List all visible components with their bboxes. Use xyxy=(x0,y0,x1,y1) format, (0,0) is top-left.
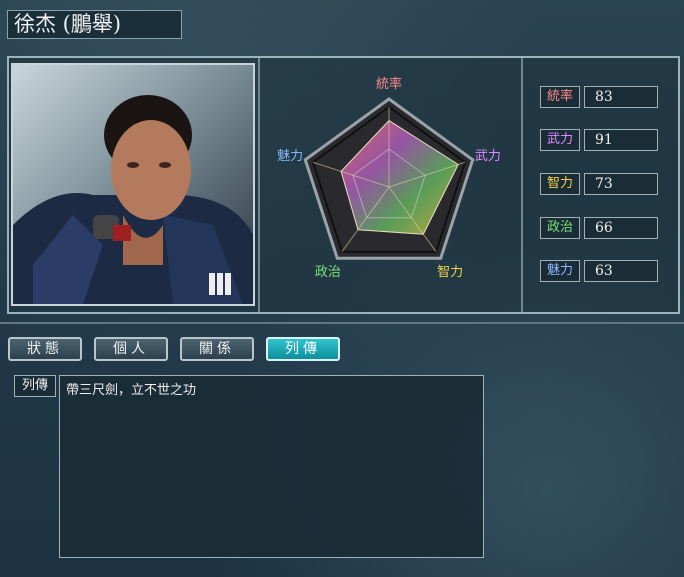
tab-3[interactable]: 列傳 xyxy=(266,337,340,361)
stat-value: 73 xyxy=(584,173,658,195)
stat-label: 政治 xyxy=(540,217,580,239)
biography-label: 列傳 xyxy=(14,375,56,397)
radar-label-politics: 政治 xyxy=(315,265,341,280)
tab-1[interactable]: 個人 xyxy=(94,337,168,361)
section-divider xyxy=(0,322,684,324)
stat-value: 63 xyxy=(584,260,658,282)
character-name: 徐杰 (鵬舉) xyxy=(7,10,182,39)
portrait-image xyxy=(13,65,253,304)
tab-2[interactable]: 關係 xyxy=(180,337,254,361)
radar-label-charisma: 魅力 xyxy=(277,149,303,164)
radar-label-strength: 武力 xyxy=(475,149,501,164)
stat-label: 武力 xyxy=(540,129,580,151)
divider-right xyxy=(521,58,523,312)
stat-value: 66 xyxy=(584,217,658,239)
ability-radar: 統率武力智力 政治 魅力 xyxy=(262,65,518,305)
stat-label: 智力 xyxy=(540,173,580,195)
stat-label: 魅力 xyxy=(540,260,580,282)
radar-label-leadership: 統率 xyxy=(376,76,402,92)
divider-left xyxy=(258,58,260,312)
radar-label-intelligence: 智力 xyxy=(437,265,463,280)
stat-value: 83 xyxy=(584,86,658,108)
tab-0[interactable]: 狀態 xyxy=(8,337,82,361)
biography-text: 帶三尺劍，立不世之功 xyxy=(59,375,484,558)
character-portrait xyxy=(11,63,255,306)
stat-label: 統率 xyxy=(540,86,580,108)
stat-value: 91 xyxy=(584,129,658,151)
radar-svg: 統率武力智力 政治 魅力 xyxy=(277,76,501,280)
